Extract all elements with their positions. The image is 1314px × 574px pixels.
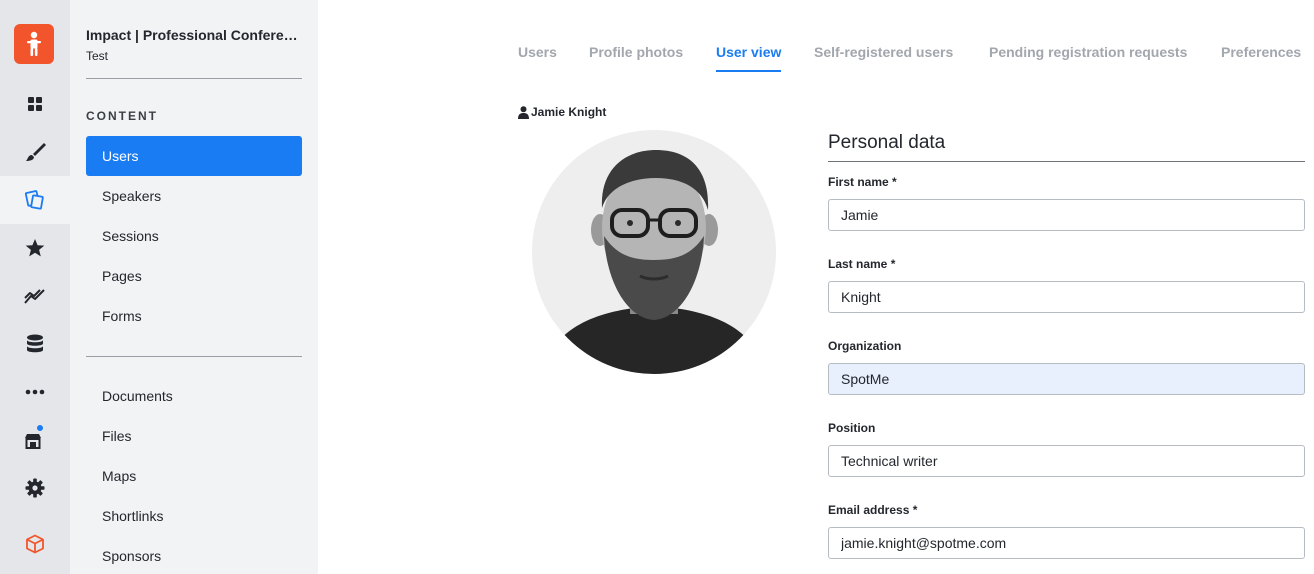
sidebar-item-pages[interactable]: Pages [86,256,302,296]
person-logo-icon [27,31,41,56]
rail-settings-button[interactable] [0,464,70,512]
sidebar-section-label: CONTENT [86,109,158,123]
profile-photo[interactable] [532,130,776,374]
icon-rail [0,0,70,574]
rail-engagement-button[interactable] [0,224,70,272]
tab-self-registered-users[interactable]: Self-registered users [814,44,953,60]
section-title: Personal data [828,132,946,153]
sidebar-divider [86,356,302,357]
sidebar-item-forms[interactable]: Forms [86,296,302,336]
rail-analytics-button[interactable] [0,272,70,320]
dashboard-grid-icon [28,97,42,111]
sidebar-item-maps[interactable]: Maps [86,456,302,496]
paintbrush-icon [26,143,46,161]
user-header: Jamie Knight [518,105,606,119]
rail-data-button[interactable] [0,320,70,368]
content-sidebar: Impact | Professional Conference Test CO… [70,0,318,574]
section-divider [828,161,1305,162]
rail-content-button[interactable] [0,176,70,224]
rail-more-button[interactable] [0,368,70,416]
sidebar-item-speakers[interactable]: Speakers [86,176,302,216]
gear-icon [25,478,45,498]
tab-profile-photos[interactable]: Profile photos [589,44,683,60]
email-label: Email address * [828,503,918,517]
user-icon [518,105,529,119]
notification-dot [36,424,44,432]
first-name-field[interactable] [828,199,1305,231]
email-field[interactable] [828,527,1305,559]
app-logo[interactable] [14,24,54,64]
more-dots-icon [25,389,45,395]
user-display-name: Jamie Knight [531,105,607,119]
analytics-chart-icon [24,289,45,304]
last-name-label: Last name * [828,257,896,271]
rail-package-button[interactable] [0,520,70,568]
tab-pending-registration-requests[interactable]: Pending registration requests [989,44,1187,60]
tab-preferences[interactable]: Preferences [1221,44,1301,60]
star-icon [25,239,45,257]
sidebar-item-shortlinks[interactable]: Shortlinks [86,496,302,536]
tab-users[interactable]: Users [518,44,557,60]
sidebar-item-documents[interactable]: Documents [86,376,302,416]
event-name[interactable]: Impact | Professional Conference [86,27,302,43]
sidebar-item-sponsors[interactable]: Sponsors [86,536,302,574]
rail-marketplace-button[interactable] [0,416,70,464]
marketplace-store-icon [25,434,41,449]
position-field[interactable] [828,445,1305,477]
rail-design-button[interactable] [0,128,70,176]
sidebar-divider [86,78,302,79]
event-subtitle: Test [86,49,109,63]
sidebar-item-sessions[interactable]: Sessions [86,216,302,256]
position-label: Position [828,421,876,435]
last-name-field[interactable] [828,281,1305,313]
database-icon [27,334,43,353]
sidebar-item-users[interactable]: Users [86,136,302,176]
first-name-label: First name * [828,175,897,189]
package-cube-icon [26,534,44,554]
tab-user-view[interactable]: User view [716,44,782,72]
content-pages-icon [24,190,44,210]
organization-field[interactable] [828,363,1305,395]
sidebar-item-files[interactable]: Files [86,416,302,456]
organization-label: Organization [828,339,902,353]
rail-dashboard-button[interactable] [0,80,70,128]
